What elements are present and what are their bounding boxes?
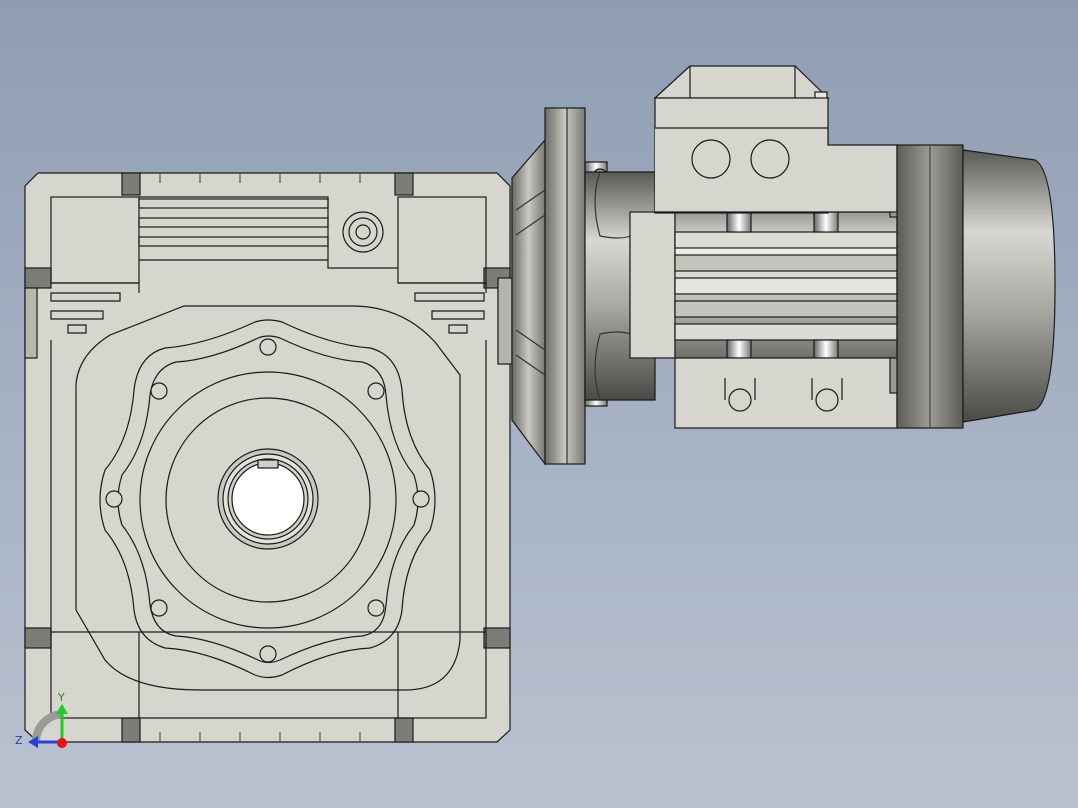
cad-viewport[interactable]: Y Z [0,0,1078,808]
hollow-output-shaft[interactable] [217,448,319,550]
terminal-box[interactable] [653,65,898,214]
model-canvas[interactable]: Y Z [0,0,1078,808]
y-axis-label: Y [57,691,65,704]
motor-body[interactable] [629,181,899,429]
z-axis-label: Z [15,734,23,747]
x-axis-dot [57,738,67,748]
motor-fan-cover[interactable] [896,144,1056,429]
